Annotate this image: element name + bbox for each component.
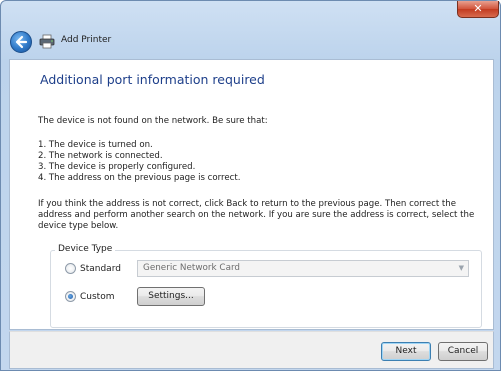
standard-device-combo: Generic Network Card ▼ xyxy=(137,260,469,277)
close-button[interactable]: ✕ xyxy=(457,1,499,18)
custom-radio-label: Custom xyxy=(80,291,115,302)
device-type-group: Device Type Standard Generic Network Car… xyxy=(50,244,482,328)
advice-text: If you think the address is not correct,… xyxy=(38,199,475,231)
printer-icon xyxy=(39,34,55,49)
standard-radio-option[interactable]: Standard xyxy=(65,263,121,274)
checklist-item: 1. The device is turned on. xyxy=(38,140,153,150)
standard-radio-label: Standard xyxy=(80,263,121,274)
add-printer-window: ✕ Add Printer Additional port informatio… xyxy=(0,0,501,371)
standard-device-combo-value: Generic Network Card xyxy=(143,263,241,273)
checklist-item: 4. The address on the previous page is c… xyxy=(38,173,241,183)
back-arrow-icon xyxy=(15,35,28,49)
next-button[interactable]: Next xyxy=(381,342,431,361)
custom-radio-option[interactable]: Custom xyxy=(65,291,114,302)
custom-radio[interactable] xyxy=(65,291,76,302)
standard-radio[interactable] xyxy=(65,263,76,274)
intro-text: The device is not found on the network. … xyxy=(38,116,268,126)
window-title: Add Printer xyxy=(61,35,112,45)
device-type-legend: Device Type xyxy=(55,244,116,254)
checklist-item: 2. The network is connected. xyxy=(38,151,163,161)
close-icon: ✕ xyxy=(473,2,483,15)
wizard-footer: Next Cancel xyxy=(9,331,494,369)
checklist-item: 3. The device is properly configured. xyxy=(38,162,196,172)
cancel-button[interactable]: Cancel xyxy=(438,342,488,361)
chevron-down-icon: ▼ xyxy=(458,264,464,272)
checklist: 1. The device is turned on. 2. The netwo… xyxy=(38,140,241,184)
settings-button[interactable]: Settings... xyxy=(137,287,205,306)
back-button[interactable] xyxy=(10,31,32,53)
wizard-content: Additional port information required The… xyxy=(9,59,494,330)
page-heading: Additional port information required xyxy=(40,72,265,87)
